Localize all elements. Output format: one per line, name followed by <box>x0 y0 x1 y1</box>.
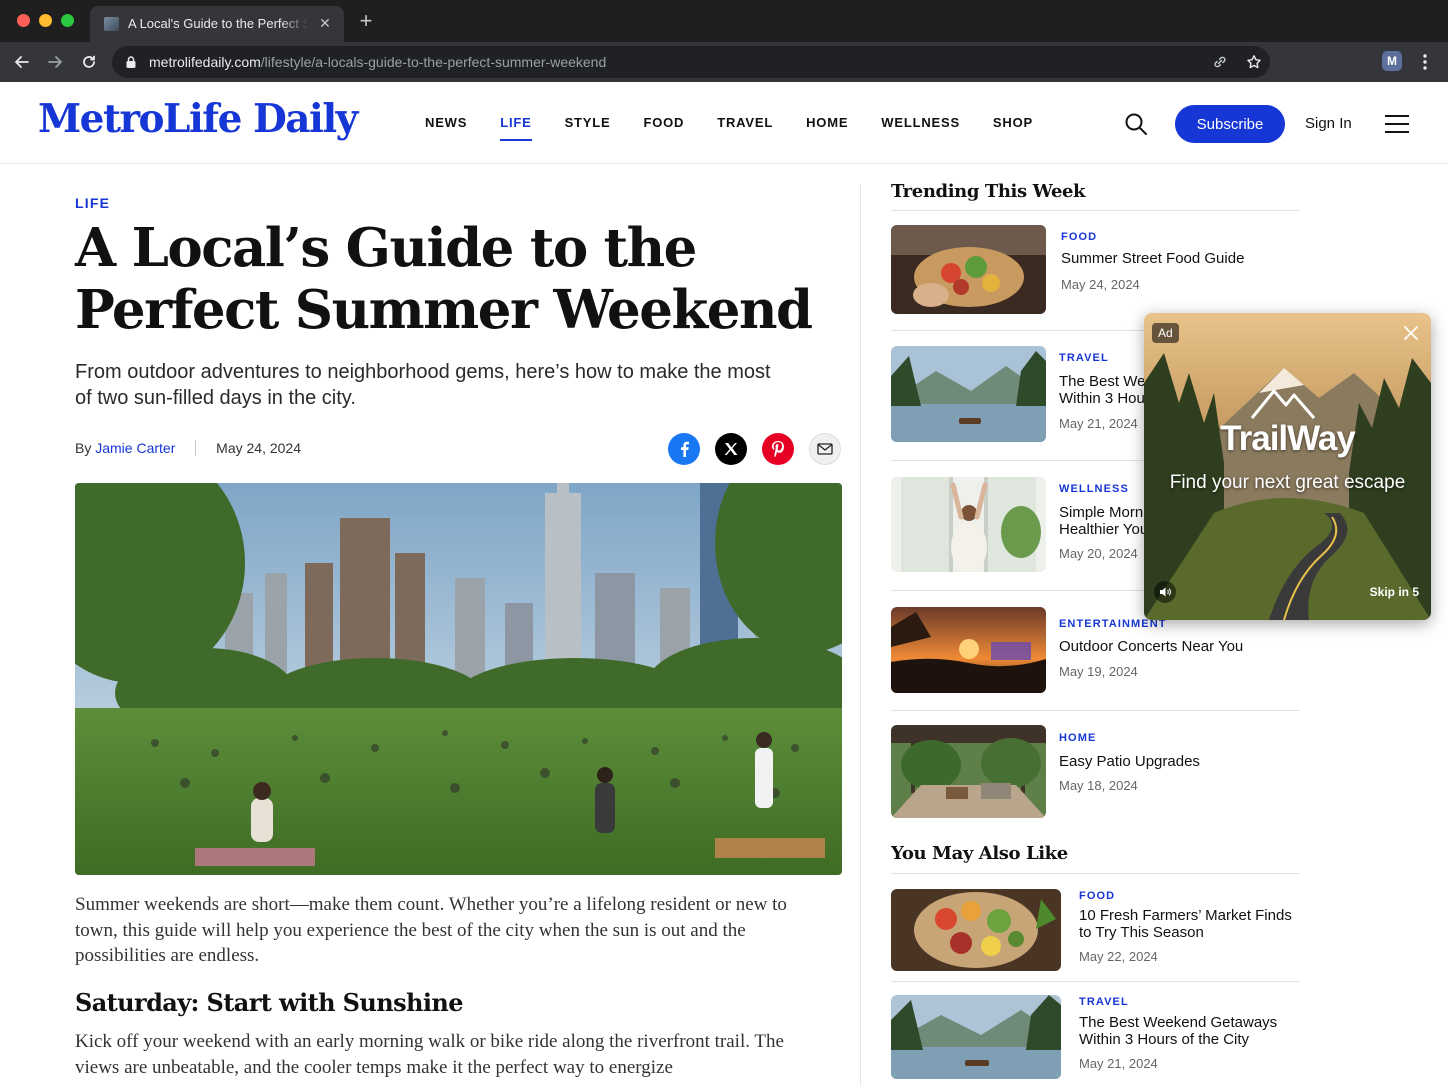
hero-image <box>75 483 842 875</box>
card-category[interactable]: FOOD <box>1079 890 1115 902</box>
article-paragraph: Summer weekends are short—make them coun… <box>75 894 787 966</box>
reload-icon[interactable] <box>77 50 101 74</box>
ad-brand: TrailWay <box>1220 419 1356 458</box>
main-nav: NEWS LIFE STYLE FOOD TRAVEL HOME WELLNES… <box>425 115 1066 141</box>
ad-tagline: Find your next great escape <box>1169 472 1406 493</box>
column-divider <box>860 184 861 1086</box>
search-icon[interactable] <box>1124 112 1148 136</box>
nav-food[interactable]: FOOD <box>643 115 684 130</box>
profile-avatar[interactable]: M <box>1382 51 1402 71</box>
card-title[interactable]: The Best Weekend Getaways Within 3 Hours… <box>1079 1014 1304 1048</box>
article-dek: From outdoor adventures to neighborhood … <box>75 361 771 409</box>
browser-tab-active[interactable]: A Local's Guide to the Perfect Summer We… <box>90 6 344 42</box>
x-logo-icon <box>724 443 738 455</box>
author-link[interactable]: Jamie Carter <box>95 440 175 456</box>
site-header: MetroLife Daily NEWS LIFE STYLE FOOD TRA… <box>0 82 1448 164</box>
card-category[interactable]: FOOD <box>1061 231 1097 243</box>
nav-home[interactable]: HOME <box>806 115 848 130</box>
share-pinterest-button[interactable] <box>762 433 794 465</box>
also-like-title: You May Also Like <box>891 843 1068 864</box>
ad-background-image <box>1144 313 1431 620</box>
article-date: May 24, 2024 <box>216 440 301 456</box>
card-title[interactable]: Summer Street Food Guide <box>1061 250 1286 267</box>
tab-title: A Local's Guide to the Perfect Summer We… <box>128 16 308 31</box>
close-icon[interactable] <box>1403 325 1419 341</box>
hamburger-menu-icon[interactable] <box>1385 115 1409 133</box>
mute-icon[interactable] <box>1154 581 1176 603</box>
card-date: May 18, 2024 <box>1059 778 1138 793</box>
lock-icon <box>126 56 136 68</box>
nav-style[interactable]: STYLE <box>565 115 611 130</box>
card-date: May 22, 2024 <box>1079 949 1158 964</box>
nav-life[interactable]: LIFE <box>500 115 532 141</box>
link-icon[interactable] <box>1211 53 1229 71</box>
card-date: May 24, 2024 <box>1061 277 1140 292</box>
also-like-thumb-food[interactable] <box>891 889 1061 971</box>
back-arrow-icon[interactable] <box>10 50 34 74</box>
address-bar[interactable]: metrolifedaily.com/lifestyle/a-locals-gu… <box>112 46 1270 78</box>
sign-in-link[interactable]: Sign In <box>1305 115 1352 132</box>
article-paragraph: Kick off your weekend with an early morn… <box>75 1031 784 1078</box>
browser-tab-bar: A Local's Guide to the Perfect Summer We… <box>0 0 1448 42</box>
article-headline: A Local’s Guide to the Perfect Summer We… <box>75 217 813 341</box>
new-tab-icon[interactable]: + <box>354 10 378 34</box>
video-ad-overlay[interactable]: Ad TrailWay Find your next great escape … <box>1144 313 1431 620</box>
divider <box>891 873 1300 874</box>
email-icon <box>817 443 833 455</box>
card-category[interactable]: WELLNESS <box>1059 483 1129 495</box>
share-facebook-button[interactable] <box>668 433 700 465</box>
bookmark-star-icon[interactable] <box>1245 53 1263 71</box>
card-category[interactable]: TRAVEL <box>1079 996 1129 1008</box>
trending-thumb-food[interactable] <box>891 225 1046 314</box>
url-text: metrolifedaily.com/lifestyle/a-locals-gu… <box>149 54 607 70</box>
window-minimize-button[interactable] <box>39 14 52 27</box>
share-x-button[interactable] <box>715 433 747 465</box>
subscribe-button[interactable]: Subscribe <box>1175 105 1285 143</box>
card-date: May 20, 2024 <box>1059 546 1138 561</box>
card-date: May 21, 2024 <box>1079 1056 1158 1071</box>
divider <box>891 210 1300 211</box>
tab-favicon-icon <box>104 17 119 31</box>
card-category[interactable]: HOME <box>1059 732 1096 744</box>
nav-travel[interactable]: TRAVEL <box>717 115 773 130</box>
trending-thumb-wellness[interactable] <box>891 477 1046 572</box>
pinterest-icon <box>772 441 784 458</box>
share-email-button[interactable] <box>809 433 841 465</box>
card-category[interactable]: TRAVEL <box>1059 352 1109 364</box>
ad-badge: Ad <box>1152 323 1179 343</box>
web-page: MetroLife Daily NEWS LIFE STYLE FOOD TRA… <box>0 82 1448 1086</box>
window-close-button[interactable] <box>17 14 30 27</box>
card-title[interactable]: Easy Patio Upgrades <box>1059 753 1284 770</box>
nav-shop[interactable]: SHOP <box>993 115 1033 130</box>
card-title[interactable]: 10 Fresh Farmers’ Market Finds to Try Th… <box>1079 907 1304 941</box>
nav-wellness[interactable]: WELLNESS <box>881 115 960 130</box>
card-date: May 19, 2024 <box>1059 664 1138 679</box>
tab-close-icon[interactable]: ✕ <box>316 14 334 32</box>
trending-thumb-home[interactable] <box>891 725 1046 818</box>
trending-title: Trending This Week <box>891 181 1086 202</box>
site-logo[interactable]: MetroLife Daily <box>38 96 358 142</box>
nav-news[interactable]: NEWS <box>425 115 467 130</box>
browser-menu-icon[interactable] <box>1422 52 1428 72</box>
byline-prefix: By <box>75 440 92 456</box>
forward-arrow-icon[interactable] <box>43 50 67 74</box>
facebook-icon <box>681 441 689 457</box>
article-subhead: Saturday: Start with Sunshine <box>75 988 464 1017</box>
card-title[interactable]: Outdoor Concerts Near You <box>1059 638 1284 655</box>
also-like-thumb-travel[interactable] <box>891 995 1061 1079</box>
card-date: May 21, 2024 <box>1059 416 1138 431</box>
ad-skip-button[interactable]: Skip in 5 <box>1370 585 1419 599</box>
article-byline: By Jamie Carter May 24, 2024 <box>75 440 301 456</box>
divider <box>891 710 1300 711</box>
trending-thumb-travel[interactable] <box>891 346 1046 442</box>
browser-toolbar: metrolifedaily.com/lifestyle/a-locals-gu… <box>0 42 1448 82</box>
divider <box>891 981 1300 982</box>
article-category[interactable]: LIFE <box>75 195 110 211</box>
trending-thumb-entertainment[interactable] <box>891 607 1046 693</box>
window-zoom-button[interactable] <box>61 14 74 27</box>
